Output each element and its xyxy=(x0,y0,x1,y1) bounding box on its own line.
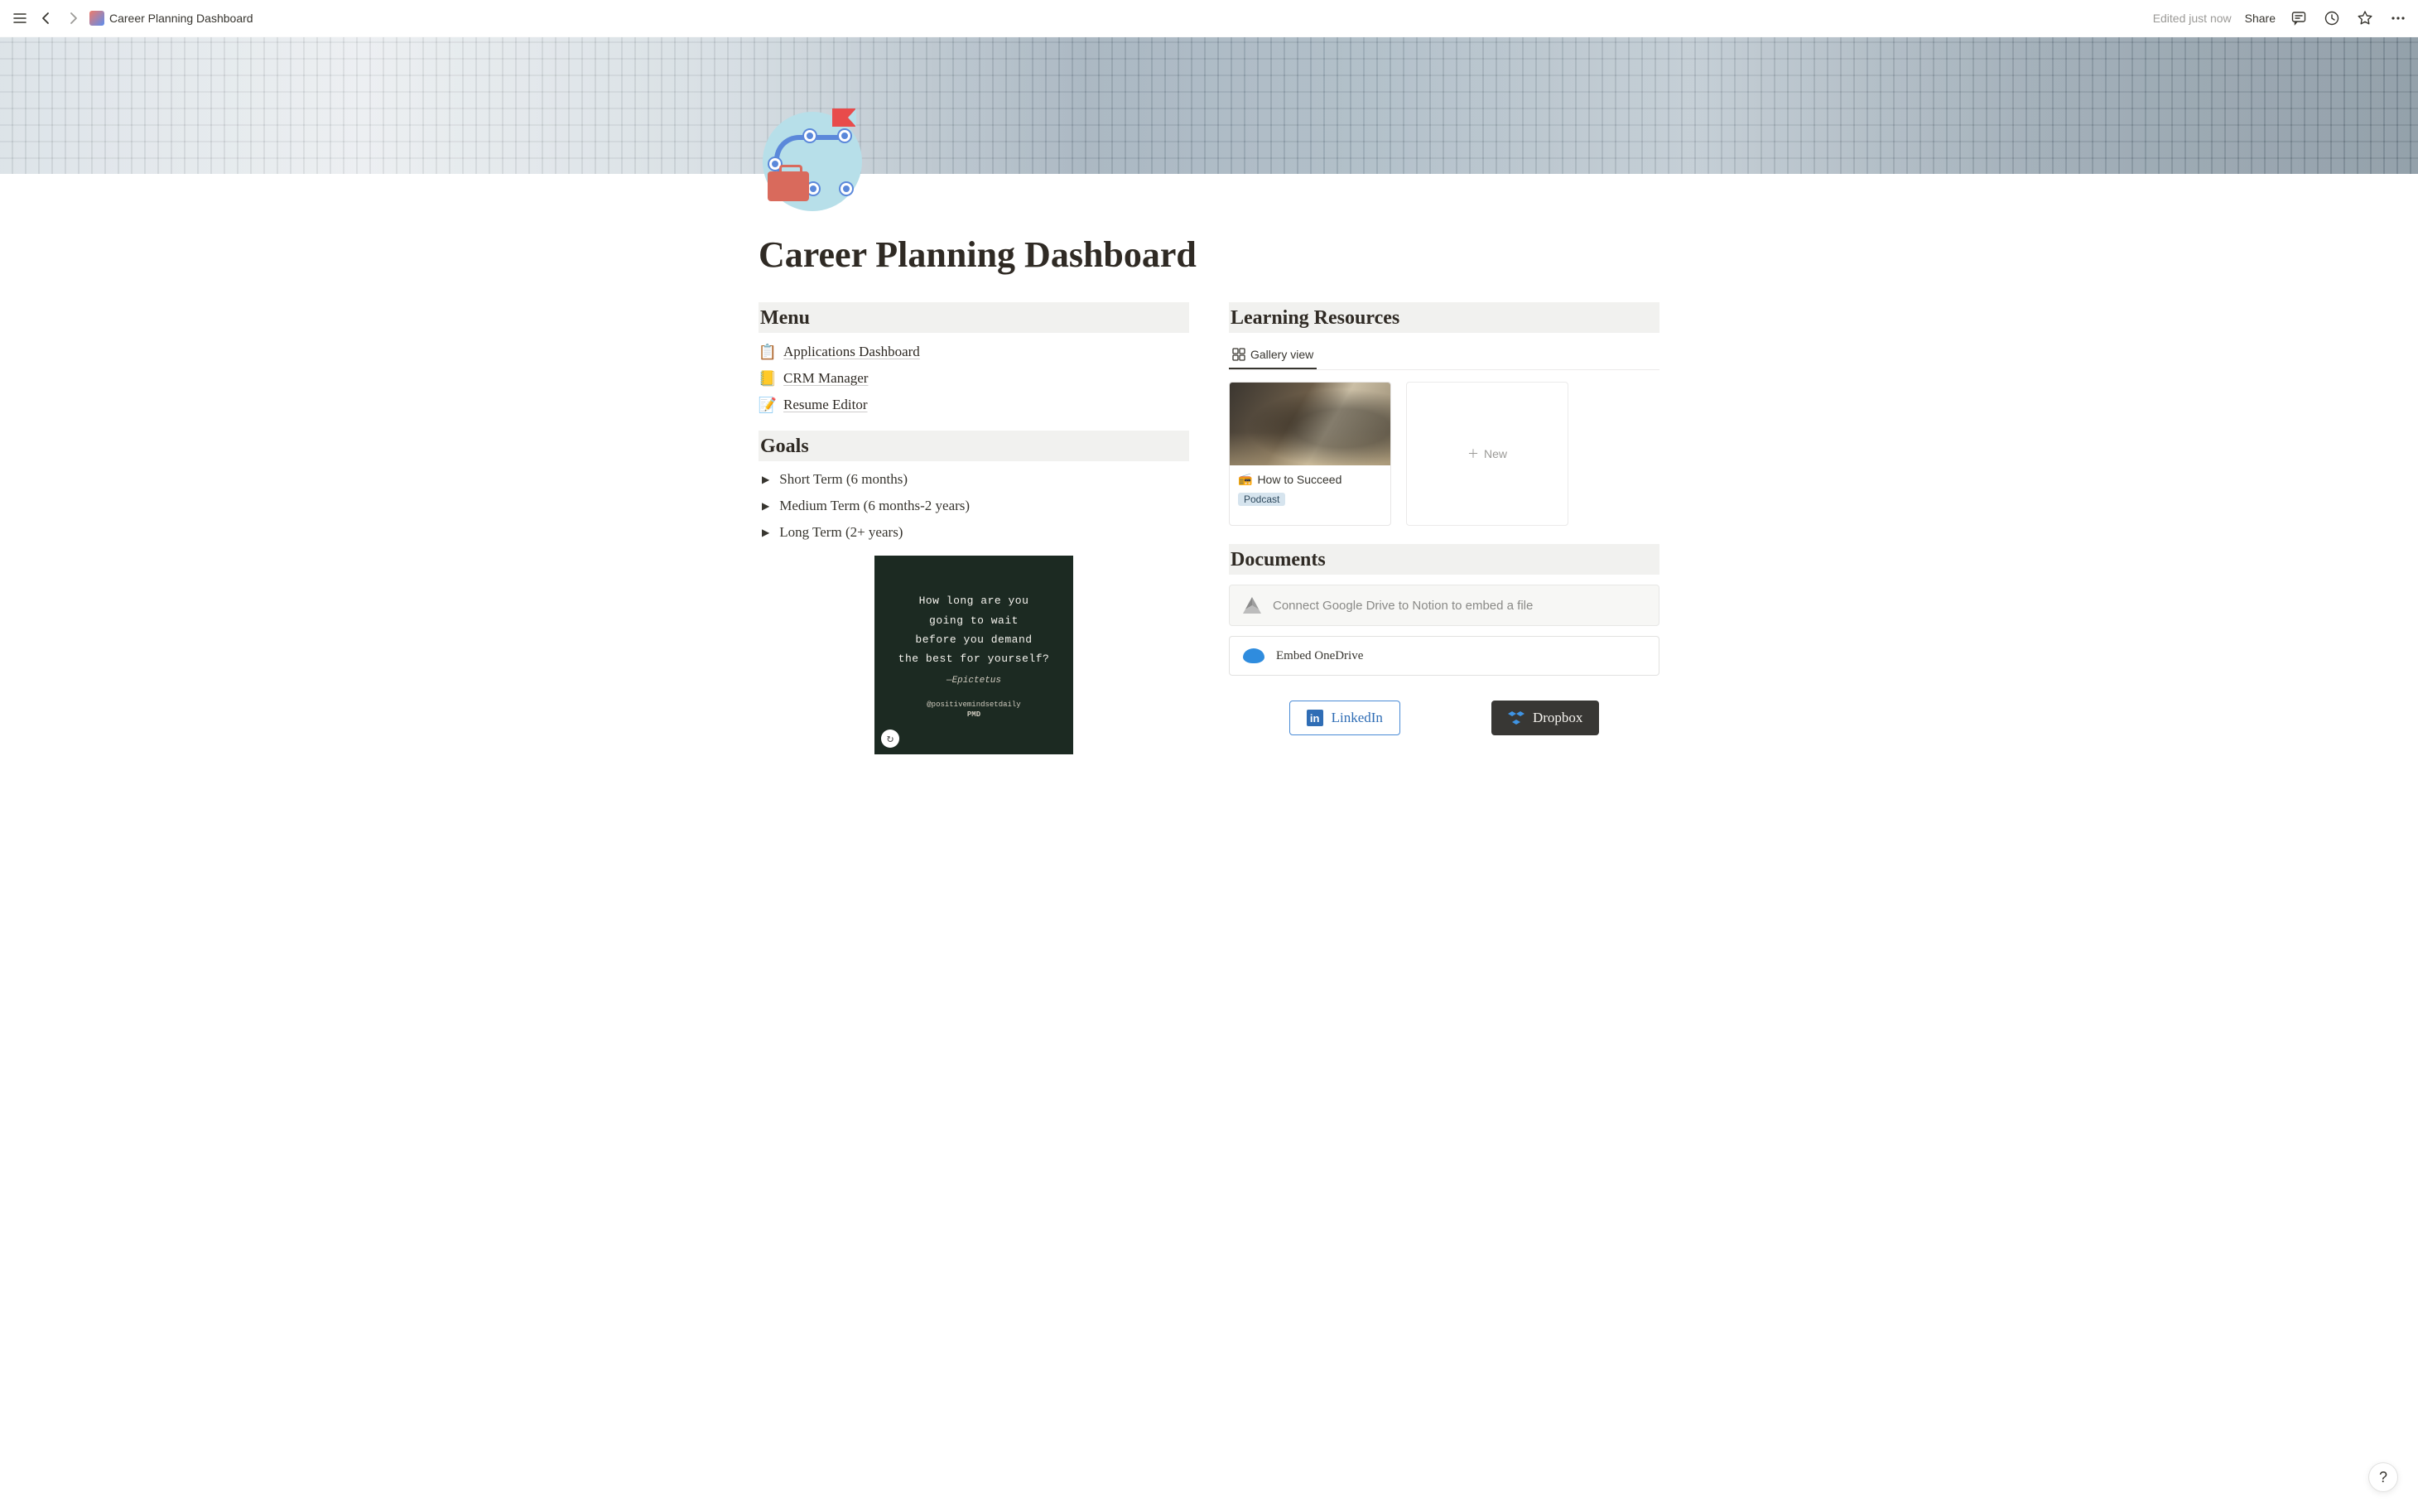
goals-heading: Goals xyxy=(759,431,1189,461)
memo-icon: 📝 xyxy=(759,396,777,414)
dropbox-button[interactable]: Dropbox xyxy=(1491,701,1599,735)
goal-label: Short Term (6 months) xyxy=(779,471,908,488)
menu-heading: Menu xyxy=(759,302,1189,333)
topbar: Career Planning Dashboard Edited just no… xyxy=(0,0,2418,37)
quote-text: How long are you going to wait before yo… xyxy=(898,591,1050,669)
goals-list: ▶ Short Term (6 months) ▶ Medium Term (6… xyxy=(759,471,1189,541)
google-drive-embed[interactable]: Connect Google Drive to Notion to embed … xyxy=(1229,585,1659,626)
share-button[interactable]: Share xyxy=(2245,12,2276,25)
menu-item-label: CRM Manager xyxy=(783,370,868,387)
clipboard-icon: 📋 xyxy=(759,343,777,361)
quote-image[interactable]: How long are you going to wait before yo… xyxy=(874,556,1073,754)
more-icon[interactable] xyxy=(2388,8,2408,28)
menu-item-label: Resume Editor xyxy=(783,397,868,413)
linkedin-icon: in xyxy=(1307,710,1323,726)
content: Menu 📋 Applications Dashboard 📒 CRM Mana… xyxy=(679,302,1739,821)
edited-status: Edited just now xyxy=(2153,12,2232,25)
column-right: Learning Resources Gallery view 📻 How to… xyxy=(1229,302,1659,754)
column-left: Menu 📋 Applications Dashboard 📒 CRM Mana… xyxy=(759,302,1189,754)
notebook-icon: 📒 xyxy=(759,369,777,388)
tab-gallery[interactable]: Gallery view xyxy=(1229,343,1317,369)
topbar-left: Career Planning Dashboard xyxy=(10,8,2153,28)
linkedin-label: LinkedIn xyxy=(1332,710,1383,726)
breadcrumb-title: Career Planning Dashboard xyxy=(109,12,253,25)
reload-icon[interactable]: ↻ xyxy=(881,730,899,748)
toggle-icon: ▶ xyxy=(762,500,769,513)
cover-image[interactable] xyxy=(0,37,2418,174)
onedrive-label: Embed OneDrive xyxy=(1276,649,1363,663)
menu-item-applications[interactable]: 📋 Applications Dashboard xyxy=(759,343,1189,361)
topbar-right: Edited just now Share xyxy=(2153,8,2408,28)
resources-heading: Learning Resources xyxy=(1229,302,1659,333)
updates-icon[interactable] xyxy=(2322,8,2342,28)
toggle-icon: ▶ xyxy=(762,474,769,486)
page-icon[interactable] xyxy=(759,108,866,215)
plus-icon: ＋ xyxy=(1467,445,1479,462)
tab-label: Gallery view xyxy=(1250,348,1313,361)
drive-label: Connect Google Drive to Notion to embed … xyxy=(1273,599,1533,613)
card-tag: Podcast xyxy=(1238,493,1285,506)
page-icon-small xyxy=(89,11,104,26)
breadcrumb[interactable]: Career Planning Dashboard xyxy=(89,11,253,26)
card-title: How to Succeed xyxy=(1257,473,1341,486)
goal-item-long[interactable]: ▶ Long Term (2+ years) xyxy=(759,524,1189,541)
radio-icon: 📻 xyxy=(1238,472,1252,486)
gallery-card-succeed[interactable]: 📻 How to Succeed Podcast xyxy=(1229,382,1391,526)
gallery-new-button[interactable]: ＋ New xyxy=(1406,382,1568,526)
dropbox-icon xyxy=(1508,710,1524,725)
menu-list: 📋 Applications Dashboard 📒 CRM Manager 📝… xyxy=(759,343,1189,414)
google-drive-icon xyxy=(1243,597,1261,614)
menu-item-label: Applications Dashboard xyxy=(783,344,920,360)
favorite-icon[interactable] xyxy=(2355,8,2375,28)
comments-icon[interactable] xyxy=(2289,8,2309,28)
external-buttons: in LinkedIn Dropbox xyxy=(1229,701,1659,735)
menu-item-crm[interactable]: 📒 CRM Manager xyxy=(759,369,1189,388)
linkedin-button[interactable]: in LinkedIn xyxy=(1289,701,1400,735)
goal-item-medium[interactable]: ▶ Medium Term (6 months-2 years) xyxy=(759,498,1189,514)
toggle-icon: ▶ xyxy=(762,527,769,539)
help-button[interactable]: ? xyxy=(2368,1462,2398,1492)
back-icon[interactable] xyxy=(36,8,56,28)
gallery-icon xyxy=(1232,348,1245,361)
view-tabs: Gallery view xyxy=(1229,343,1659,370)
forward-icon[interactable] xyxy=(63,8,83,28)
new-label: New xyxy=(1484,447,1507,460)
menu-toggle-icon[interactable] xyxy=(10,8,30,28)
quote-author: —Epictetus xyxy=(946,676,1001,686)
documents-heading: Documents xyxy=(1229,544,1659,575)
onedrive-icon xyxy=(1243,648,1264,663)
goal-label: Long Term (2+ years) xyxy=(779,524,903,541)
gallery: 📻 How to Succeed Podcast ＋ New xyxy=(1229,382,1659,526)
page-title[interactable]: Career Planning Dashboard xyxy=(759,234,1659,276)
menu-item-resume[interactable]: 📝 Resume Editor xyxy=(759,396,1189,414)
dropbox-label: Dropbox xyxy=(1533,710,1582,726)
quote-brand: PMD xyxy=(967,710,980,719)
quote-tag: @positivemindsetdaily xyxy=(927,701,1020,709)
card-cover-image xyxy=(1230,383,1390,465)
goal-item-short[interactable]: ▶ Short Term (6 months) xyxy=(759,471,1189,488)
goal-label: Medium Term (6 months-2 years) xyxy=(779,498,970,514)
onedrive-embed[interactable]: Embed OneDrive xyxy=(1229,636,1659,676)
